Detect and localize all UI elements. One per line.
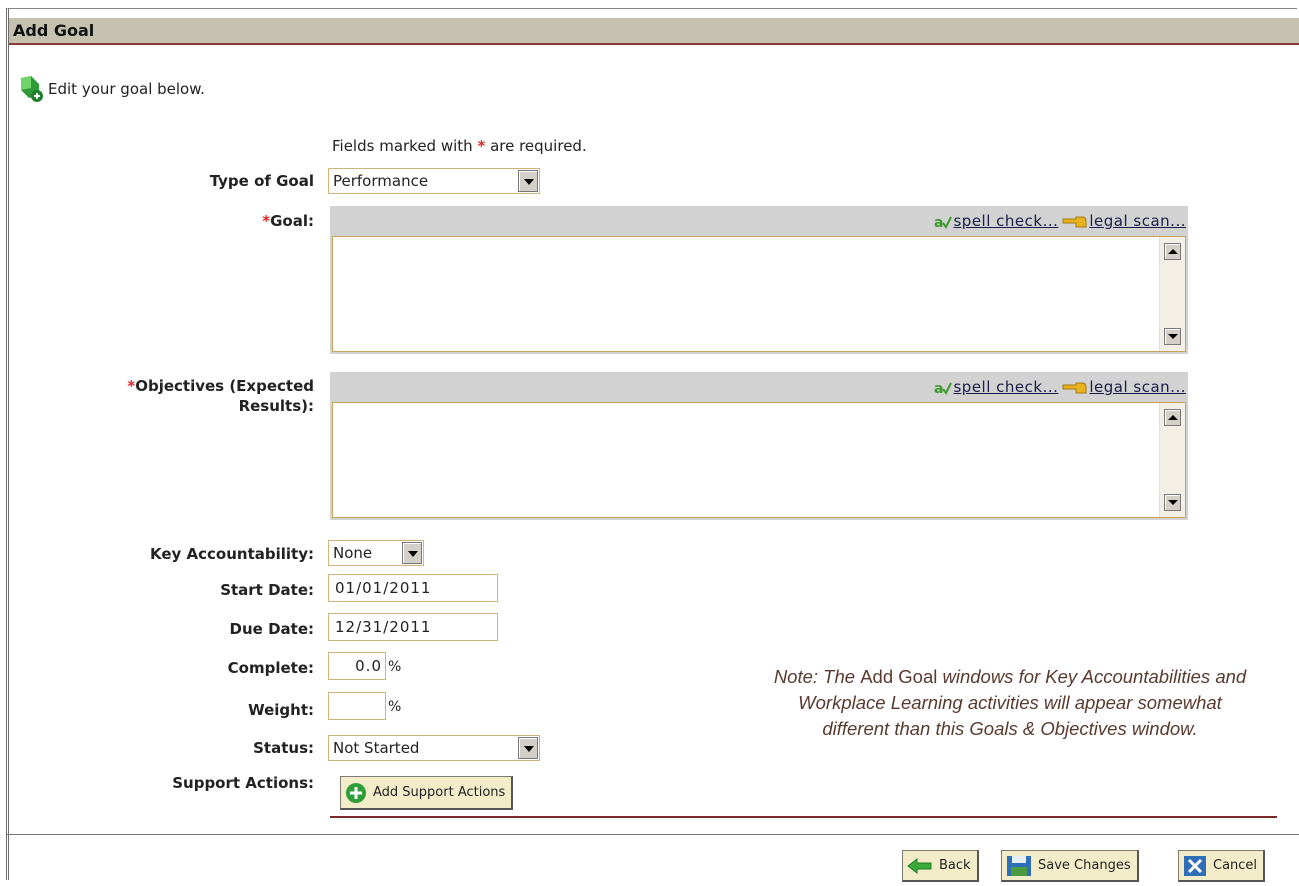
type-of-goal-label: Type of Goal xyxy=(209,172,314,190)
status-select[interactable]: Not Started xyxy=(328,735,540,761)
goal-editor-toolbar: a spell check... legal scan... xyxy=(330,206,1188,236)
back-button[interactable]: Back xyxy=(902,850,979,882)
objectives-editor: a spell check... legal scan... xyxy=(330,372,1188,520)
add-goal-icon xyxy=(21,76,43,102)
support-actions-label: Support Actions: xyxy=(172,774,314,792)
spell-check-icon[interactable]: a xyxy=(934,213,953,229)
status-label: Status: xyxy=(253,739,314,757)
cancel-button[interactable]: Cancel xyxy=(1178,850,1266,882)
goal-spell-check-link[interactable]: spell check... xyxy=(953,212,1058,230)
due-date-input[interactable]: 12/31/2011 xyxy=(328,613,498,641)
back-arrow-icon xyxy=(907,857,932,874)
goal-textarea[interactable] xyxy=(332,236,1186,352)
scroll-up-arrow-icon[interactable] xyxy=(1164,243,1181,260)
objectives-editor-toolbar: a spell check... legal scan... xyxy=(330,372,1188,402)
key-accountability-label: Key Accountability: xyxy=(150,545,314,563)
goal-editor: a spell check... legal scan... xyxy=(330,206,1188,354)
start-date-input[interactable]: 01/01/2011 xyxy=(328,574,498,602)
complete-label: Complete: xyxy=(227,659,314,677)
objectives-label: *Objectives (Expected Results): xyxy=(127,377,314,415)
type-of-goal-select[interactable]: Performance xyxy=(328,168,540,194)
add-support-actions-button[interactable]: Add Support Actions xyxy=(340,776,514,810)
goal-label: *Goal: xyxy=(262,212,314,230)
window-title: Add Goal xyxy=(9,18,1299,45)
complete-percent-unit: % xyxy=(388,659,402,675)
objectives-textarea[interactable] xyxy=(332,402,1186,518)
save-changes-button[interactable]: Save Changes xyxy=(1001,850,1139,882)
weight-input[interactable] xyxy=(328,692,386,720)
weight-percent-unit: % xyxy=(388,699,402,715)
intro-message: Edit your goal below. xyxy=(18,74,205,104)
goal-legal-scan-link[interactable]: legal scan... xyxy=(1089,212,1186,230)
required-fields-note: Fields marked with * are required. xyxy=(332,137,587,155)
add-circle-icon xyxy=(346,782,366,803)
objectives-scrollbar[interactable] xyxy=(1159,403,1185,517)
complete-input[interactable]: 0.0 xyxy=(328,652,386,680)
legal-scan-icon[interactable] xyxy=(1062,213,1088,229)
start-date-label: Start Date: xyxy=(220,581,314,599)
due-date-label: Due Date: xyxy=(229,620,314,638)
svg-text:a: a xyxy=(934,381,943,395)
scroll-down-arrow-icon[interactable] xyxy=(1164,494,1181,511)
svg-text:a: a xyxy=(934,215,943,229)
intro-text: Edit your goal below. xyxy=(48,80,205,98)
scroll-down-arrow-icon[interactable] xyxy=(1164,328,1181,345)
weight-label: Weight: xyxy=(248,701,314,719)
section-divider xyxy=(330,816,1277,818)
scroll-up-arrow-icon[interactable] xyxy=(1164,409,1181,426)
key-accountability-select[interactable]: None xyxy=(328,540,424,566)
goal-scrollbar[interactable] xyxy=(1159,237,1185,351)
objectives-spell-check-link[interactable]: spell check... xyxy=(953,378,1058,396)
chevron-down-icon[interactable] xyxy=(518,170,538,192)
legal-scan-icon[interactable] xyxy=(1062,379,1088,395)
save-floppy-icon xyxy=(1007,855,1031,876)
frame-bottom-border xyxy=(6,834,1299,835)
note-text: Note: The Add Goal windows for Key Accou… xyxy=(773,666,1247,739)
spell-check-icon[interactable]: a xyxy=(934,379,953,395)
cancel-x-icon xyxy=(1184,855,1206,876)
chevron-down-icon[interactable] xyxy=(402,542,422,564)
chevron-down-icon[interactable] xyxy=(518,737,538,759)
objectives-legal-scan-link[interactable]: legal scan... xyxy=(1089,378,1186,396)
